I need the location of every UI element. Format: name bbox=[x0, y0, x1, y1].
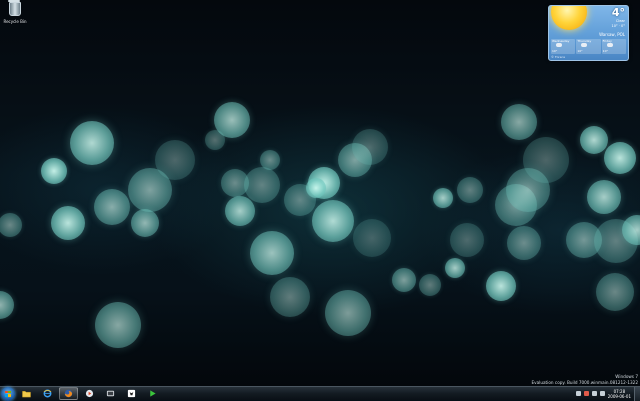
bokeh-light bbox=[94, 189, 130, 225]
bokeh-light bbox=[131, 209, 159, 237]
bokeh-light bbox=[353, 219, 391, 257]
cloud-icon bbox=[556, 43, 562, 47]
bokeh-light bbox=[501, 104, 537, 140]
battery-icon[interactable] bbox=[599, 391, 605, 396]
folder-icon bbox=[22, 391, 31, 398]
start-button[interactable] bbox=[1, 386, 15, 401]
bokeh-light bbox=[51, 206, 85, 240]
bokeh-light bbox=[523, 137, 569, 183]
bokeh-light bbox=[587, 180, 621, 214]
flag-icon[interactable] bbox=[591, 391, 597, 396]
forecast-high: 10° bbox=[577, 49, 583, 53]
bokeh-light bbox=[270, 277, 310, 317]
taskbar: 07:28 2009-06-01 bbox=[0, 386, 640, 401]
bokeh-light bbox=[70, 121, 114, 165]
desktop: Recycle Bin 4° Clear 10° · 0° Warsaw, PO… bbox=[0, 0, 640, 386]
windows-logo-icon bbox=[5, 390, 11, 397]
bokeh-light bbox=[495, 184, 537, 226]
bokeh-light bbox=[155, 140, 195, 180]
app-icon bbox=[127, 389, 136, 398]
recycle-bin-shortcut[interactable]: Recycle Bin bbox=[2, 0, 28, 24]
evaluation-watermark: Windows 7 Evaluation copy. Build 7000.wi… bbox=[531, 374, 638, 386]
forecast-day: Friday 10° bbox=[601, 39, 626, 54]
weather-source-link[interactable]: © Foreca bbox=[551, 55, 565, 59]
taskbar-internet-explorer-button[interactable] bbox=[38, 387, 57, 400]
bokeh-light bbox=[338, 143, 372, 177]
taskbar-app-button[interactable] bbox=[122, 387, 141, 400]
bokeh-light bbox=[604, 142, 636, 174]
bokeh-light bbox=[205, 130, 225, 150]
recycle-bin-label: Recycle Bin bbox=[3, 19, 27, 24]
bokeh-light bbox=[433, 188, 453, 208]
network-icon[interactable] bbox=[575, 391, 581, 396]
weather-temperature: 4° bbox=[611, 6, 625, 19]
bokeh-light bbox=[507, 226, 541, 260]
weather-gadget[interactable]: 4° Clear 10° · 0° Warsaw, POL Wednesday … bbox=[548, 5, 629, 61]
system-tray: 07:28 2009-06-01 bbox=[575, 386, 640, 401]
bokeh-light bbox=[128, 168, 172, 212]
taskbar-explorer-button[interactable] bbox=[17, 387, 36, 400]
bokeh-light bbox=[622, 215, 640, 245]
bokeh-light bbox=[486, 271, 516, 301]
bokeh-light bbox=[312, 200, 354, 242]
bokeh-light bbox=[250, 231, 294, 275]
weather-location: Warsaw, POL bbox=[599, 32, 625, 37]
bokeh-light bbox=[506, 168, 550, 212]
bokeh-light bbox=[566, 222, 602, 258]
media-center-icon bbox=[106, 390, 115, 397]
show-desktop-button[interactable] bbox=[634, 386, 640, 401]
bokeh-light bbox=[457, 177, 483, 203]
play-icon bbox=[150, 390, 156, 397]
bokeh-light bbox=[221, 169, 249, 197]
clock-date: 2009-06-01 bbox=[607, 393, 631, 399]
forecast-high: 10° bbox=[552, 49, 558, 53]
taskbar-play-button[interactable] bbox=[143, 387, 162, 400]
bokeh-light bbox=[308, 167, 340, 199]
bokeh-light bbox=[445, 258, 465, 278]
volume-icon[interactable] bbox=[583, 391, 589, 396]
cloud-icon bbox=[606, 43, 613, 47]
bokeh-light bbox=[392, 268, 416, 292]
bokeh-light bbox=[419, 274, 441, 296]
bokeh-light bbox=[225, 196, 255, 226]
recycle-bin-icon bbox=[8, 0, 21, 16]
bokeh-light bbox=[325, 290, 371, 336]
bokeh-light bbox=[260, 150, 280, 170]
bokeh-light bbox=[284, 184, 316, 216]
sun-icon bbox=[551, 6, 587, 30]
taskbar-firefox-button[interactable] bbox=[59, 387, 78, 400]
bokeh-light bbox=[244, 167, 280, 203]
firefox-icon bbox=[64, 389, 73, 398]
bokeh-light bbox=[450, 223, 484, 257]
bokeh-light bbox=[0, 213, 22, 237]
taskbar-media-player-button[interactable] bbox=[80, 387, 99, 400]
forecast-day: Thursday 10° bbox=[576, 39, 601, 54]
weather-range: 10° · 0° bbox=[611, 24, 625, 28]
bokeh-light bbox=[306, 178, 326, 198]
bokeh-light bbox=[596, 273, 634, 311]
cloud-icon bbox=[581, 43, 588, 47]
bokeh-light bbox=[95, 302, 141, 348]
bokeh-light bbox=[214, 102, 250, 138]
bokeh-light bbox=[0, 291, 14, 319]
internet-explorer-icon bbox=[43, 389, 52, 398]
taskbar-media-center-button[interactable] bbox=[101, 387, 120, 400]
media-player-icon bbox=[85, 389, 94, 398]
bokeh-light bbox=[41, 158, 67, 184]
bokeh-light bbox=[580, 126, 608, 154]
bokeh-light bbox=[352, 129, 388, 165]
bokeh-light bbox=[594, 219, 638, 263]
forecast-high: 10° bbox=[602, 49, 608, 53]
forecast-day: Wednesday 10° bbox=[551, 39, 576, 54]
clock[interactable]: 07:28 2009-06-01 bbox=[608, 389, 631, 399]
weather-forecast: Wednesday 10° Thursday 10° Friday 10° bbox=[551, 39, 626, 54]
weather-condition: Clear bbox=[615, 19, 625, 23]
